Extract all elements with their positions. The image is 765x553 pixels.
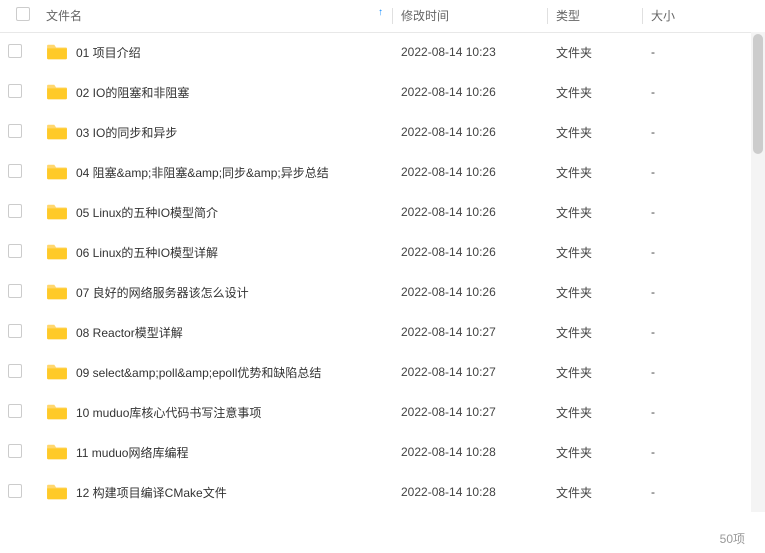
file-name: 03 IO的同步和异步 [76, 124, 177, 141]
file-size: - [643, 312, 765, 352]
column-label: 文件名 [46, 9, 82, 23]
file-size: - [643, 152, 765, 192]
file-type: 文件夹 [548, 312, 643, 352]
file-list-table: 文件名 ↑ 修改时间 类型 大小 01 项目介绍 [0, 0, 765, 512]
file-type: 文件夹 [548, 432, 643, 472]
file-size: - [643, 392, 765, 432]
folder-icon [46, 323, 68, 341]
file-mtime: 2022-08-14 10:26 [393, 112, 548, 152]
file-type: 文件夹 [548, 352, 643, 392]
file-mtime: 2022-08-14 10:26 [393, 192, 548, 232]
file-type: 文件夹 [548, 472, 643, 512]
folder-icon [46, 243, 68, 261]
select-all-checkbox[interactable] [16, 7, 30, 21]
file-mtime: 2022-08-14 10:27 [393, 312, 548, 352]
row-checkbox[interactable] [8, 324, 22, 338]
file-name: 12 构建项目编译CMake文件 [76, 484, 227, 501]
file-size: - [643, 72, 765, 112]
row-checkbox[interactable] [8, 444, 22, 458]
file-name: 06 Linux的五种IO模型详解 [76, 244, 218, 261]
file-mtime: 2022-08-14 10:26 [393, 72, 548, 112]
table-row[interactable]: 07 良好的网络服务器该怎么设计 2022-08-14 10:26 文件夹 - [0, 272, 765, 312]
file-mtime: 2022-08-14 10:23 [393, 32, 548, 72]
folder-icon [46, 83, 68, 101]
folder-icon [46, 203, 68, 221]
table-row[interactable]: 08 Reactor模型详解 2022-08-14 10:27 文件夹 - [0, 312, 765, 352]
file-name: 10 muduo库核心代码书写注意事项 [76, 404, 261, 421]
file-size: - [643, 352, 765, 392]
file-mtime: 2022-08-14 10:28 [393, 432, 548, 472]
file-name: 07 良好的网络服务器该怎么设计 [76, 284, 249, 301]
status-bar-count: 50项 [720, 530, 745, 547]
folder-icon [46, 163, 68, 181]
folder-icon [46, 43, 68, 61]
table-row[interactable]: 04 阻塞&amp;非阻塞&amp;同步&amp;异步总结 2022-08-14… [0, 152, 765, 192]
file-mtime: 2022-08-14 10:26 [393, 232, 548, 272]
column-header-type[interactable]: 类型 [548, 0, 643, 32]
file-size: - [643, 112, 765, 152]
row-checkbox[interactable] [8, 204, 22, 218]
file-name: 08 Reactor模型详解 [76, 324, 183, 341]
table-row[interactable]: 02 IO的阻塞和非阻塞 2022-08-14 10:26 文件夹 - [0, 72, 765, 112]
folder-icon [46, 483, 68, 501]
row-checkbox[interactable] [8, 84, 22, 98]
file-name: 04 阻塞&amp;非阻塞&amp;同步&amp;异步总结 [76, 164, 329, 181]
file-mtime: 2022-08-14 10:26 [393, 272, 548, 312]
table-header: 文件名 ↑ 修改时间 类型 大小 [0, 0, 765, 32]
row-checkbox[interactable] [8, 484, 22, 498]
column-header-name[interactable]: 文件名 ↑ [38, 0, 393, 32]
file-name: 02 IO的阻塞和非阻塞 [76, 84, 189, 101]
column-label: 大小 [651, 9, 675, 23]
folder-icon [46, 443, 68, 461]
file-size: - [643, 192, 765, 232]
column-header-mtime[interactable]: 修改时间 [393, 0, 548, 32]
row-checkbox[interactable] [8, 124, 22, 138]
folder-icon [46, 283, 68, 301]
table-row[interactable]: 06 Linux的五种IO模型详解 2022-08-14 10:26 文件夹 - [0, 232, 765, 272]
row-checkbox[interactable] [8, 44, 22, 58]
row-checkbox[interactable] [8, 244, 22, 258]
table-row[interactable]: 11 muduo网络库编程 2022-08-14 10:28 文件夹 - [0, 432, 765, 472]
file-type: 文件夹 [548, 72, 643, 112]
file-name: 11 muduo网络库编程 [76, 444, 188, 461]
row-checkbox[interactable] [8, 404, 22, 418]
column-header-size[interactable]: 大小 [643, 0, 765, 32]
column-label: 修改时间 [401, 9, 449, 23]
file-type: 文件夹 [548, 152, 643, 192]
row-checkbox[interactable] [8, 364, 22, 378]
row-checkbox[interactable] [8, 284, 22, 298]
file-size: - [643, 32, 765, 72]
file-type: 文件夹 [548, 272, 643, 312]
file-size: - [643, 472, 765, 512]
file-type: 文件夹 [548, 192, 643, 232]
file-type: 文件夹 [548, 392, 643, 432]
file-size: - [643, 272, 765, 312]
table-row[interactable]: 09 select&amp;poll&amp;epoll优势和缺陷总结 2022… [0, 352, 765, 392]
folder-icon [46, 403, 68, 421]
scroll-thumb[interactable] [753, 34, 763, 154]
table-row[interactable]: 05 Linux的五种IO模型简介 2022-08-14 10:26 文件夹 - [0, 192, 765, 232]
vertical-scrollbar[interactable] [751, 32, 765, 512]
file-type: 文件夹 [548, 232, 643, 272]
file-size: - [643, 432, 765, 472]
file-size: - [643, 232, 765, 272]
file-mtime: 2022-08-14 10:27 [393, 392, 548, 432]
file-name: 09 select&amp;poll&amp;epoll优势和缺陷总结 [76, 364, 321, 381]
table-row[interactable]: 12 构建项目编译CMake文件 2022-08-14 10:28 文件夹 - [0, 472, 765, 512]
file-name: 05 Linux的五种IO模型简介 [76, 204, 218, 221]
file-mtime: 2022-08-14 10:28 [393, 472, 548, 512]
file-mtime: 2022-08-14 10:26 [393, 152, 548, 192]
row-checkbox[interactable] [8, 164, 22, 178]
table-row[interactable]: 10 muduo库核心代码书写注意事项 2022-08-14 10:27 文件夹… [0, 392, 765, 432]
table-row[interactable]: 03 IO的同步和异步 2022-08-14 10:26 文件夹 - [0, 112, 765, 152]
folder-icon [46, 363, 68, 381]
column-label: 类型 [556, 9, 580, 23]
file-type: 文件夹 [548, 112, 643, 152]
file-type: 文件夹 [548, 32, 643, 72]
sort-ascending-icon: ↑ [378, 7, 383, 18]
file-name: 01 项目介绍 [76, 44, 141, 61]
file-mtime: 2022-08-14 10:27 [393, 352, 548, 392]
folder-icon [46, 123, 68, 141]
table-row[interactable]: 01 项目介绍 2022-08-14 10:23 文件夹 - [0, 32, 765, 72]
